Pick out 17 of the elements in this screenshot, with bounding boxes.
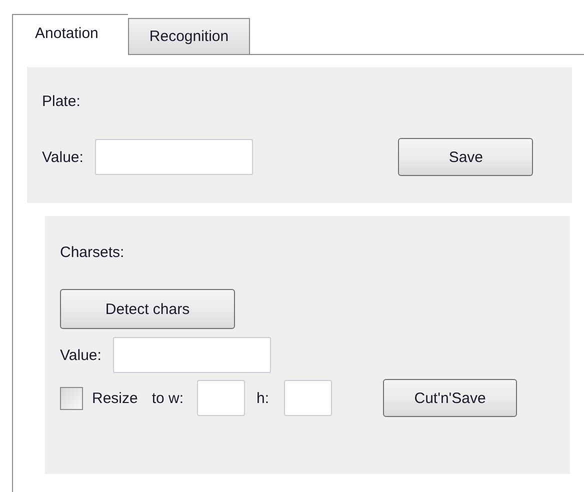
cut-n-save-button[interactable]: Cut'n'Save <box>383 379 518 417</box>
value-label: Value: <box>60 346 102 364</box>
detect-chars-button[interactable]: Detect chars <box>60 289 235 329</box>
charsets-title: Charsets: <box>60 244 124 261</box>
value-field[interactable] <box>113 337 272 373</box>
height-field[interactable] <box>284 380 332 416</box>
value-label: Value: <box>42 148 84 166</box>
plate-title: Plate: <box>42 93 80 110</box>
tab[interactable]: Anotation <box>12 14 128 55</box>
checkbox[interactable] <box>60 386 83 410</box>
value-field[interactable] <box>95 139 254 175</box>
tab[interactable]: Recognition <box>128 18 250 54</box>
height-label: h: <box>256 390 270 406</box>
width-label: to w: <box>152 390 184 406</box>
resize-label: Resize <box>92 390 138 406</box>
width-field[interactable] <box>196 380 245 416</box>
save-button[interactable]: Save <box>398 138 534 176</box>
